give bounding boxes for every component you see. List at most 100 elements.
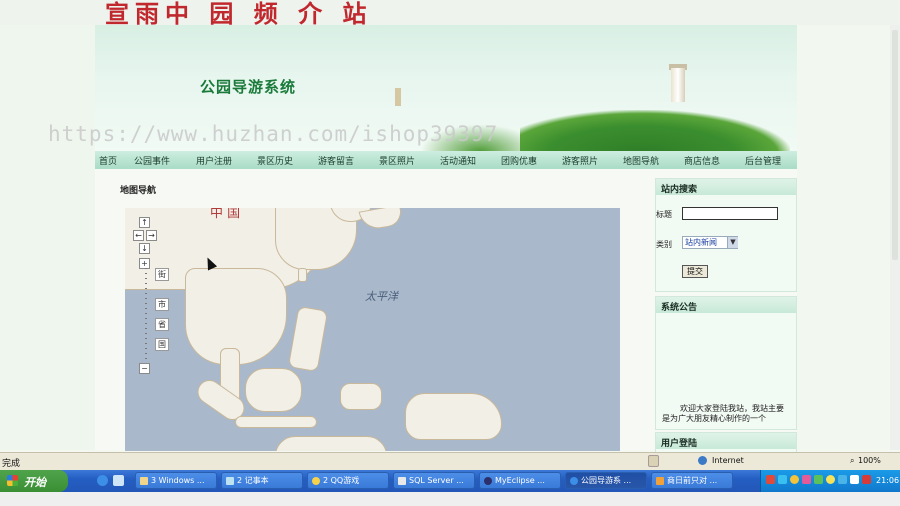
nav-admin[interactable]: 后台管理 [733,154,793,167]
nav-history[interactable]: 景区历史 [245,154,305,167]
map-zoom-street[interactable]: 街 [155,268,169,281]
login-panel: 用户登陆 [655,432,797,454]
nav-map[interactable]: 地图导航 [611,154,671,167]
search-panel-header: 站内搜索 [656,179,796,195]
nav-visitor-photos[interactable]: 游客照片 [549,154,611,167]
windows-logo-icon [7,475,18,486]
tray-update-icon[interactable] [838,475,847,484]
tray-antivirus-icon[interactable] [862,475,871,484]
map-label-china: 中 国 [210,208,241,221]
start-label: 开始 [24,476,46,489]
tray-volume-icon[interactable] [850,475,859,484]
left-margin [0,25,95,450]
zoom-level[interactable]: 100% [858,456,881,465]
search-title-input[interactable] [682,207,778,220]
map-pan-down-icon[interactable]: ↓ [139,243,150,254]
nav-group-buy[interactable]: 团购优惠 [489,154,549,167]
nav-guestbook[interactable]: 游客留言 [305,154,367,167]
tray-security-icon[interactable] [814,475,823,484]
taskbar-clock[interactable]: 21:06 [876,476,899,485]
notepad-icon [226,476,234,485]
search-panel-title: 站内搜索 [661,185,698,195]
desktop-quicklaunch-icon[interactable] [113,475,124,486]
map-view[interactable]: 中 国 太平洋 [125,208,620,451]
map-zoom-country[interactable]: 国 [155,338,169,351]
security-zone: Internet [712,456,744,465]
browser-statusbar [0,452,900,470]
map-land-japan [358,208,404,232]
qq-icon [312,476,320,485]
taskbar-item-label: 3 Windows ... [151,476,205,485]
map-land-new-guinea [405,393,502,440]
nav-home[interactable]: 首页 [95,154,121,167]
taskbar-item-label: 商日前只对 ... [667,476,718,485]
site-title: 公园导游系统 [200,78,297,96]
notice-panel-header: 系统公告 [656,297,796,313]
taskbar-item-myeclipse[interactable]: MyEclipse ... [479,472,561,489]
map-land-philippines [287,305,329,373]
tray-network-icon[interactable] [778,475,787,484]
taskbar-item-label: SQL Server ... [409,476,464,485]
nav-scenic-photos[interactable]: 景区照片 [367,154,427,167]
taskbar-item-label: 2 记事本 [237,476,269,485]
globe-icon [698,456,707,465]
search-panel: 站内搜索 [655,178,797,292]
taskbar-item-other[interactable]: 商日前只对 ... [651,472,733,489]
scrollbar-thumb[interactable] [892,30,898,260]
login-panel-header: 用户登陆 [656,433,796,449]
map-label-pacific: 太平洋 [365,290,398,303]
map-pan-left-icon[interactable]: ← [133,230,144,241]
ie-quicklaunch-icon[interactable] [97,475,108,486]
banner-hill-image [520,110,790,154]
login-panel-title: 用户登陆 [661,439,698,449]
magnifier-icon[interactable]: ⌕ [850,456,854,466]
map-pan-up-icon[interactable]: ↑ [139,217,150,228]
map-land-java [235,416,317,428]
notice-panel-title: 系统公告 [661,303,698,313]
main-nav: 首页 公园事件 用户注册 景区历史 游客留言 景区照片 活动通知 团购优惠 游客… [95,151,797,169]
map-land-sulawesi [340,383,382,410]
map-zoom-province[interactable]: 省 [155,318,169,331]
folder-icon [140,476,148,485]
taskbar-item-park-guide[interactable]: 公园导游系 ... [565,472,647,489]
database-icon [398,476,406,485]
tray-app-icon[interactable] [766,475,775,484]
right-margin [797,25,900,450]
map-zoom-slider[interactable] [145,268,147,368]
map-land-borneo [245,368,302,412]
map-pan-right-icon[interactable]: → [146,230,157,241]
notice-text: 欢迎大家登陆我站，我站主要是为广大朋友精心制作的一个 [662,404,784,423]
taskbar-item-qq-games[interactable]: 2 QQ游戏 [307,472,389,489]
taskbar-item-label: 公园导游系 ... [581,476,632,485]
bottom-strip [0,492,900,506]
ie-icon [570,476,578,485]
window-icon [656,476,664,485]
security-icon [648,455,659,467]
eclipse-icon [484,476,492,485]
page-title: 地图导航 [120,186,157,196]
watermark-url: https://www.huzhan.com/ishop39397 [48,122,499,146]
nav-shops[interactable]: 商店信息 [671,154,733,167]
nav-register[interactable]: 用户注册 [183,154,245,167]
tray-qq-icon[interactable] [790,475,799,484]
map-land-taiwan [298,268,307,282]
taskbar-item-label: 2 QQ游戏 [323,476,360,485]
map-land-australia [275,436,387,451]
map-zoom-city[interactable]: 市 [155,298,169,311]
search-submit-button[interactable]: 提交 [682,265,708,278]
status-text: 完成 [2,459,21,469]
taskbar-item-windows[interactable]: 3 Windows ... [135,472,217,489]
tray-messenger-icon[interactable] [802,475,811,484]
taskbar-item-sql-server[interactable]: SQL Server ... [393,472,475,489]
tray-chat-icon[interactable] [826,475,835,484]
banner-pagoda [395,88,401,106]
map-zoom-out-button[interactable]: − [139,363,150,374]
search-category-label: 类别 [656,240,672,249]
search-title-label: 标题 [656,210,672,219]
chevron-down-icon[interactable]: ▼ [727,237,738,248]
taskbar-item-label: MyEclipse ... [495,476,545,485]
banner-tower [671,68,685,102]
taskbar-item-notepad[interactable]: 2 记事本 [221,472,303,489]
nav-park-events[interactable]: 公园事件 [121,154,183,167]
nav-notices[interactable]: 活动通知 [427,154,489,167]
